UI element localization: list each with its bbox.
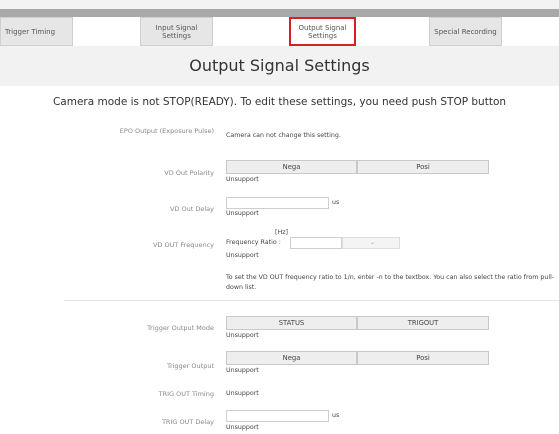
trigger-output-mode-label: Trigger Output Mode [147, 324, 214, 332]
vd-out-delay-unit: us [332, 199, 340, 206]
vd-frequency-unit: [Hz] [275, 229, 288, 236]
frequency-ratio-select[interactable]: ⌄ [342, 237, 400, 249]
tab-trigger-timing[interactable]: Trigger Timing [0, 17, 73, 46]
page-title: Output Signal Settings [189, 56, 370, 75]
trigger-mode-status-button[interactable]: STATUS [226, 316, 357, 330]
trigger-mode-trigout-button[interactable]: TRIGOUT [357, 316, 489, 330]
frequency-ratio-label: Frequency Ratio : [226, 239, 281, 246]
mode-notice: Camera mode is not STOP(READY). To edit … [52, 96, 507, 108]
window-top-strip [0, 0, 559, 9]
vd-out-polarity-label: VD Out Polarity [164, 169, 214, 177]
trig-out-delay-input[interactable] [226, 410, 329, 422]
trigger-output-label: Trigger Output [166, 362, 214, 370]
trig-out-delay-unit: us [332, 412, 340, 419]
toolbar-strip [0, 9, 559, 17]
vd-out-frequency-label: VD OUT Frequency [152, 241, 214, 249]
vd-out-delay-label: VD Out Delay [169, 205, 214, 213]
tab-bar: Trigger Timing Input Signal Settings Out… [0, 17, 559, 46]
tab-special-recording[interactable]: Special Recording [429, 17, 502, 46]
tab-input-signal-settings[interactable]: Input Signal Settings [140, 17, 213, 46]
trig-out-timing-label: TRIG OUT Timing [158, 390, 214, 398]
vd-polarity-status: Unsupport [226, 176, 259, 183]
vd-out-delay-input[interactable] [226, 197, 329, 209]
epo-output-label: EPO Output (Exposure Pulse) [119, 127, 214, 135]
section-divider [64, 300, 559, 301]
vd-polarity-posi-button[interactable]: Posi [357, 160, 489, 174]
trigger-output-nega-button[interactable]: Nega [226, 351, 357, 365]
trig-out-timing-status: Unsupport [226, 390, 259, 397]
vd-out-delay-status: Unsupport [226, 210, 259, 217]
trigger-output-status: Unsupport [226, 367, 259, 374]
vd-polarity-nega-button[interactable]: Nega [226, 160, 357, 174]
vd-frequency-status: Unsupport [226, 252, 259, 259]
epo-output-message: Camera can not change this setting. [226, 132, 341, 139]
vd-frequency-help: To set the VD OUT frequency ratio to 1/n… [226, 274, 555, 291]
trigger-output-posi-button[interactable]: Posi [357, 351, 489, 365]
trigger-output-mode-status: Unsupport [226, 332, 259, 339]
chevron-down-icon: ⌄ [369, 239, 375, 246]
tab-output-signal-settings[interactable]: Output Signal Settings [289, 17, 356, 46]
trig-out-delay-label: TRIG OUT Delay [161, 418, 214, 426]
trig-out-delay-status: Unsupport [226, 424, 259, 431]
frequency-ratio-input[interactable] [290, 237, 342, 249]
